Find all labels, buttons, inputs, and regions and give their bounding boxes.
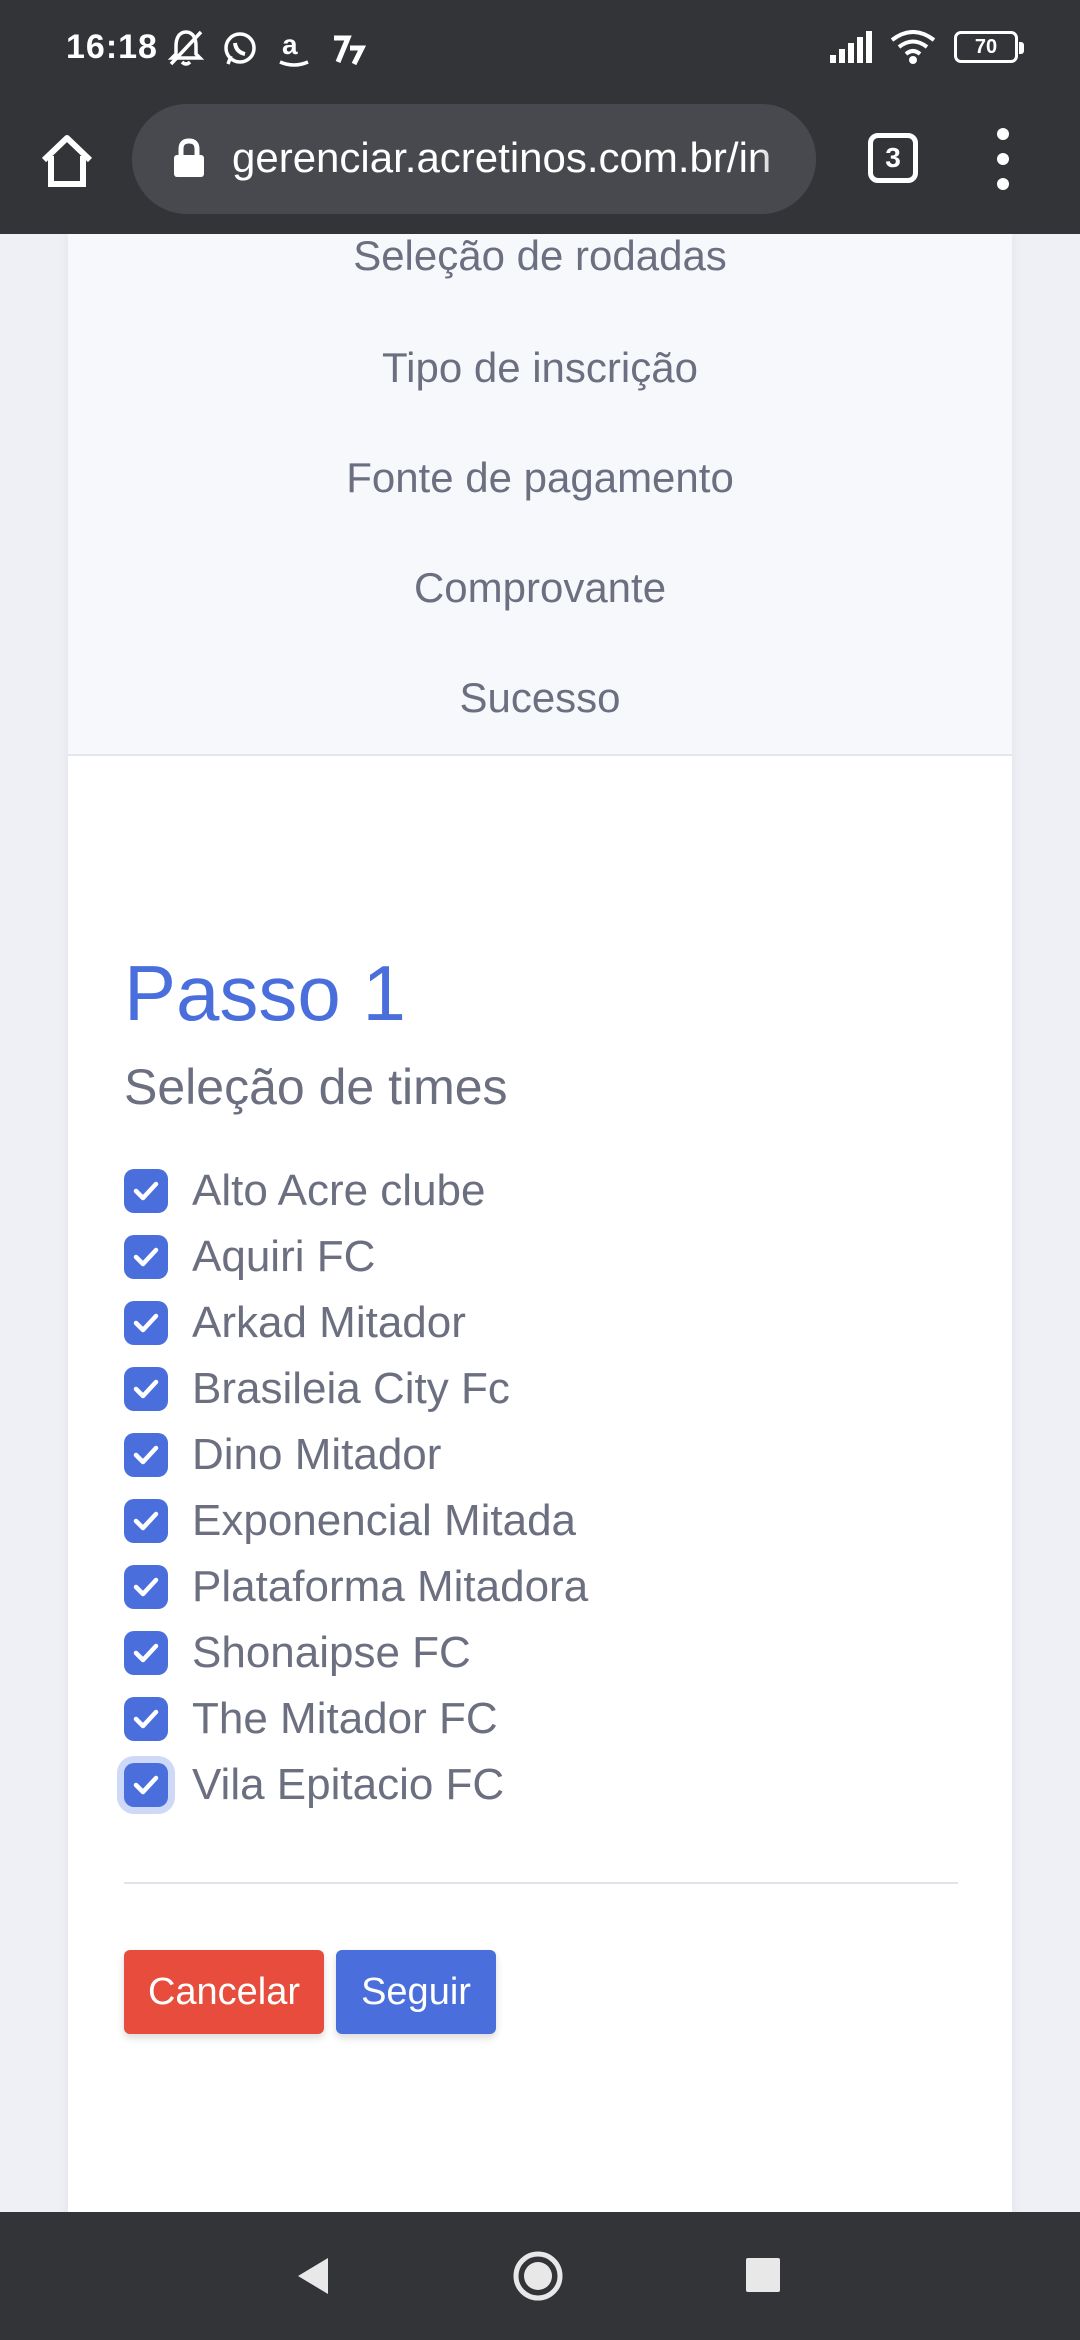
signal-icon [830,31,872,63]
step-item-comprovante[interactable]: Comprovante [68,564,1012,612]
team-checkbox[interactable] [124,1763,168,1807]
more-menu-icon[interactable] [984,128,1024,190]
wizard-card: Seleção de rodadas Tipo de inscrição Fon… [68,234,1012,2212]
app-icon [334,35,367,66]
svg-text:a: a [282,29,298,60]
team-checkbox[interactable] [124,1433,168,1477]
battery-level: 70 [974,36,998,58]
team-label[interactable]: Brasileia City Fc [192,1364,510,1414]
team-label[interactable]: Exponencial Mitada [192,1496,576,1546]
wifi-icon [890,30,936,64]
status-time: 16:18 [66,28,158,66]
lock-icon [174,138,204,177]
team-option[interactable]: Plataforma Mitadora [124,1554,588,1620]
step-item-rodadas[interactable]: Seleção de rodadas [68,234,1012,280]
steps-menu: Seleção de rodadas Tipo de inscrição Fon… [68,234,1012,756]
team-option[interactable]: Arkad Mitador [124,1290,588,1356]
team-label[interactable]: Alto Acre clube [192,1166,486,1216]
recents-icon[interactable] [746,2258,780,2292]
team-checkbox[interactable] [124,1169,168,1213]
team-option[interactable]: Dino Mitador [124,1422,588,1488]
team-option[interactable]: Shonaipse FC [124,1620,588,1686]
team-option[interactable]: Brasileia City Fc [124,1356,588,1422]
team-label[interactable]: Aquiri FC [192,1232,375,1282]
team-option[interactable]: Vila Epitacio FC [124,1752,588,1818]
url-text[interactable]: gerenciar.acretinos.com.br/in [232,134,792,182]
team-checkbox[interactable] [124,1565,168,1609]
mute-icon [167,30,205,66]
cancel-button[interactable]: Cancelar [124,1950,324,2034]
team-option[interactable]: Exponencial Mitada [124,1488,588,1554]
system-icons: 70 [830,30,1024,64]
whatsapp-icon [224,32,256,65]
notification-icons: a [166,26,368,70]
team-label[interactable]: Dino Mitador [192,1430,441,1480]
team-label[interactable]: Plataforma Mitadora [192,1562,588,1612]
team-label[interactable]: The Mitador FC [192,1694,498,1744]
step-item-sucesso[interactable]: Sucesso [68,674,1012,722]
team-checkbox[interactable] [124,1367,168,1411]
form-divider [124,1882,958,1884]
tab-switcher-button[interactable]: 3 [868,133,918,183]
step-subtitle: Seleção de times [124,1059,508,1115]
back-icon[interactable] [296,2256,330,2296]
team-checkbox[interactable] [124,1235,168,1279]
address-bar[interactable]: gerenciar.acretinos.com.br/in [132,104,816,214]
team-label[interactable]: Vila Epitacio FC [192,1760,504,1810]
team-label[interactable]: Arkad Mitador [192,1298,466,1348]
home-circle-icon[interactable] [512,2250,564,2302]
step-item-fonte-pagamento[interactable]: Fonte de pagamento [68,454,1012,502]
team-option[interactable]: Aquiri FC [124,1224,588,1290]
team-label[interactable]: Shonaipse FC [192,1628,471,1678]
team-checkbox[interactable] [124,1697,168,1741]
team-checkbox[interactable] [124,1301,168,1345]
system-nav-bar [0,2212,1080,2340]
browser-toolbar: gerenciar.acretinos.com.br/in 3 [0,100,1080,234]
step-title: Passo 1 [124,949,406,1037]
team-checkbox-list: Alto Acre clube Aquiri FC Arkad Mitador … [124,1158,588,1818]
team-option[interactable]: Alto Acre clube [124,1158,588,1224]
team-checkbox[interactable] [124,1631,168,1675]
status-bar: 16:18 a 70 [0,0,1080,100]
next-button[interactable]: Seguir [336,1950,496,2034]
home-icon[interactable] [36,130,98,192]
page-content: Seleção de rodadas Tipo de inscrição Fon… [0,234,1080,2212]
amazon-icon: a [279,29,309,67]
team-checkbox[interactable] [124,1499,168,1543]
team-option[interactable]: The Mitador FC [124,1686,588,1752]
step-item-tipo-inscricao[interactable]: Tipo de inscrição [68,344,1012,392]
battery-icon: 70 [954,31,1024,63]
